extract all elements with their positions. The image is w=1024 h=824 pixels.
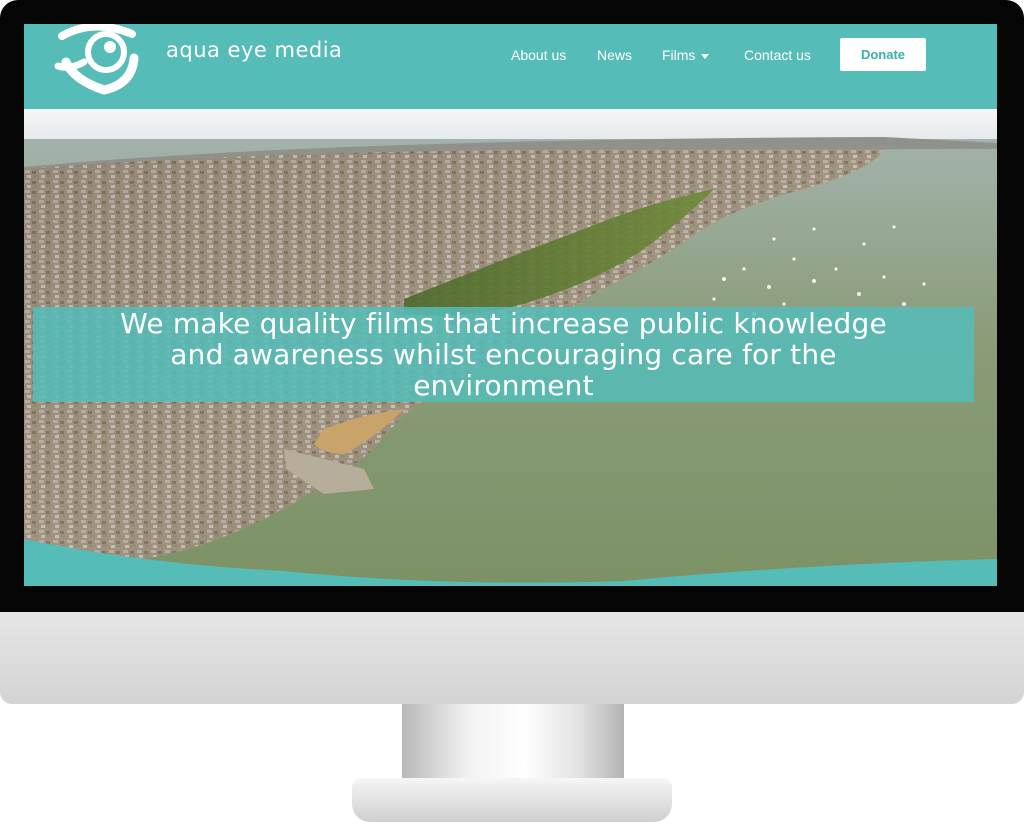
hero-tagline: We make quality films that increase publ…	[120, 307, 887, 402]
monitor-mockup: aqua eye media About us News Films Conta…	[0, 0, 1024, 824]
monitor-stand-base	[352, 778, 672, 822]
nav-news[interactable]: News	[597, 47, 632, 63]
nav-films[interactable]: Films	[662, 47, 710, 63]
donate-button[interactable]: Donate	[840, 38, 926, 71]
website-screen: aqua eye media About us News Films Conta…	[24, 24, 997, 586]
hero-section: We make quality films that increase publ…	[24, 109, 997, 586]
eye-logo-icon[interactable]	[54, 24, 154, 96]
nav-films-label: Films	[662, 47, 696, 63]
nav-contact-us[interactable]: Contact us	[744, 47, 811, 63]
monitor-chin	[0, 612, 1024, 704]
caret-down-icon	[701, 53, 710, 59]
brand-name[interactable]: aqua eye media	[166, 38, 342, 62]
site-header: aqua eye media About us News Films Conta…	[24, 24, 997, 109]
hero-tagline-banner: We make quality films that increase publ…	[33, 307, 974, 402]
nav-about-us[interactable]: About us	[511, 47, 566, 63]
